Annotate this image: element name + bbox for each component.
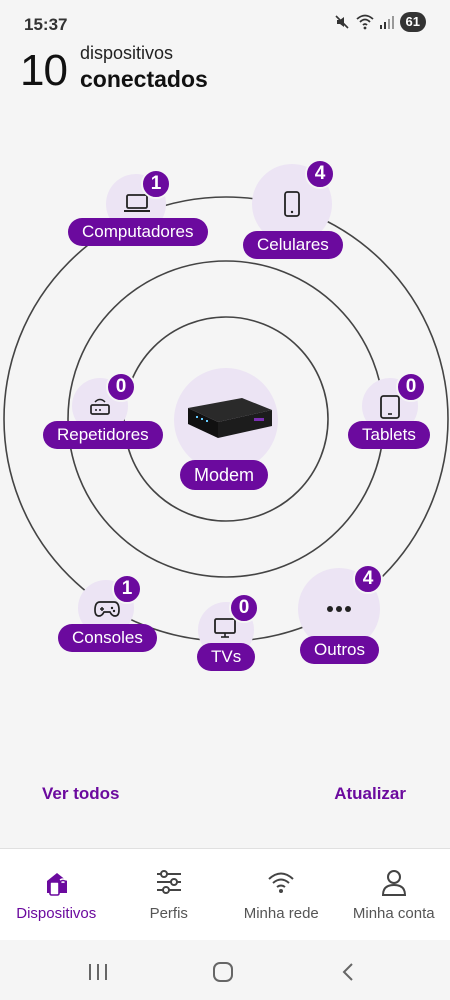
tv-icon	[214, 618, 236, 638]
nav-label-minha-rede: Minha rede	[243, 905, 319, 922]
title-line-2: conectados	[80, 66, 208, 92]
system-nav-bar	[0, 940, 450, 1000]
modem-label[interactable]: Modem	[180, 460, 269, 490]
signal-icon	[379, 16, 394, 29]
consoles-label[interactable]: Consoles	[58, 624, 157, 652]
device-orbit: Modem 1 Computadores 4 Celulares 0 Repet…	[0, 150, 450, 690]
title-line-1: dispositivos	[80, 43, 174, 63]
nav-item-minha-conta[interactable]: Minha conta	[338, 849, 450, 940]
computadores-count-badge: 1	[141, 169, 171, 199]
sliders-icon	[156, 870, 181, 894]
nav-label-dispositivos: Dispositivos	[16, 905, 97, 922]
repetidores-label[interactable]: Repetidores	[43, 421, 163, 449]
tablets-count-badge: 0	[396, 372, 426, 402]
gamepad-icon	[94, 601, 120, 617]
battery-badge: 61	[399, 12, 426, 32]
devices-icon	[47, 873, 68, 896]
back-icon[interactable]	[340, 962, 356, 982]
nav-label-minha-conta: Minha conta	[352, 905, 435, 922]
nav-label-perfis: Perfis	[149, 905, 188, 922]
smartphone-icon	[284, 191, 300, 217]
modem-image[interactable]	[182, 394, 274, 442]
wifi-status-icon	[355, 14, 374, 30]
nav-item-perfis[interactable]: Perfis	[113, 849, 226, 940]
home-icon[interactable]	[212, 962, 234, 982]
tvs-count-badge: 0	[229, 593, 259, 623]
nav-item-minha-rede[interactable]: Minha rede	[225, 849, 338, 940]
mute-icon	[334, 15, 349, 29]
outros-label[interactable]: Outros	[300, 636, 380, 664]
recent-apps-icon[interactable]	[87, 962, 109, 982]
status-icons: 61	[334, 12, 426, 32]
nav-item-dispositivos[interactable]: Dispositivos	[0, 849, 113, 940]
tablets-label[interactable]: Tablets	[348, 421, 430, 449]
status-time: 15:37	[24, 15, 68, 34]
outros-count-badge: 4	[353, 564, 383, 594]
celulares-label[interactable]: Celulares	[243, 231, 343, 259]
tvs-label[interactable]: TVs	[197, 643, 256, 671]
consoles-count-badge: 1	[112, 574, 142, 604]
device-count: 10	[20, 46, 68, 95]
repetidores-count-badge: 0	[106, 372, 136, 402]
refresh-link[interactable]: Atualizar	[334, 784, 406, 804]
celulares-count-badge: 4	[305, 159, 335, 189]
user-icon	[381, 870, 406, 896]
more-icon	[327, 606, 351, 612]
wifi-icon	[268, 872, 294, 893]
see-all-link[interactable]: Ver todos	[42, 784, 119, 804]
computadores-label[interactable]: Computadores	[68, 218, 208, 246]
status-bar: 15:37 61	[0, 0, 450, 46]
tablet-icon	[380, 395, 400, 419]
bottom-nav: Dispositivos Perfis Minha rede Minha con…	[0, 848, 450, 940]
router-icon	[90, 398, 110, 415]
